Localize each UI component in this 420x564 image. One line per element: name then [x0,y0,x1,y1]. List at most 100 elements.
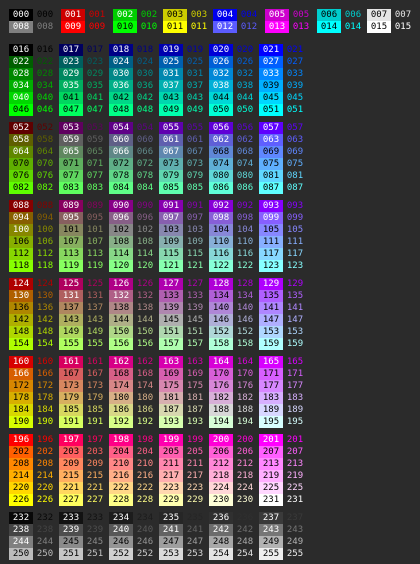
color-swatch-40: 040 [36,93,54,103]
color-swatch-98: 098 [209,212,233,224]
color-swatch-133: 133 [186,291,204,301]
color-swatch-62: 062 [209,134,233,146]
color-swatch-151: 151 [186,327,204,337]
color-swatch-246: 246 [136,537,154,547]
color-swatch-126: 126 [136,279,154,289]
color-swatch-132: 132 [109,290,133,302]
color-swatch-166: 166 [36,369,54,379]
color-swatch-73: 073 [159,158,183,170]
color-swatch-177: 177 [259,380,283,392]
color-swatch-93: 093 [286,201,304,211]
color-swatch-216: 216 [136,471,154,481]
color-swatch-46: 046 [9,104,33,116]
color-swatch-243: 243 [259,524,283,536]
color-swatch-161: 161 [59,356,83,368]
color-swatch-99: 099 [286,213,304,223]
color-swatch-11: 011 [190,22,208,32]
color-swatch-173: 173 [86,381,104,391]
color-swatch-102: 102 [136,225,154,235]
color-swatch-139: 139 [159,302,183,314]
color-swatch-147: 147 [286,315,304,325]
color-swatch-195: 195 [286,417,304,427]
color-swatch-52: 052 [9,122,33,134]
color-swatch-106: 106 [9,236,33,248]
color-swatch-63: 063 [286,135,304,145]
color-swatch-153: 153 [259,326,283,338]
color-swatch-236: 236 [236,513,254,523]
color-swatch-101: 101 [86,225,104,235]
color-swatch-41: 041 [86,93,104,103]
color-swatch-53: 053 [86,123,104,133]
color-swatch-164: 164 [236,357,254,367]
color-swatch-134: 134 [236,291,254,301]
color-swatch-184: 184 [36,405,54,415]
color-swatch-123: 123 [286,261,304,271]
color-swatch-27: 027 [259,56,283,68]
color-swatch-39: 039 [259,80,283,92]
color-swatch-155: 155 [59,338,83,350]
color-swatch-254: 254 [209,548,233,560]
color-swatch-228: 228 [109,494,133,506]
color-swatch-136: 136 [9,302,33,314]
color-swatch-2: 002 [140,10,158,20]
color-swatch-209: 209 [59,458,83,470]
color-swatch-191: 191 [86,417,104,427]
color-swatch-137: 137 [86,303,104,313]
color-swatch-92: 092 [236,201,254,211]
color-swatch-8: 008 [9,21,33,33]
color-swatch-199: 199 [159,434,183,446]
color-swatch-90: 090 [109,200,133,212]
color-swatch-18: 018 [109,44,133,56]
color-swatch-24: 024 [109,56,133,68]
color-swatch-32: 032 [209,68,233,80]
color-swatch-28: 028 [9,68,33,80]
color-swatch-153: 153 [286,327,304,337]
color-swatch-133: 133 [159,290,183,302]
color-swatch-48: 048 [136,105,154,115]
color-swatch-124: 124 [36,279,54,289]
color-swatch-93: 093 [259,200,283,212]
color-swatch-27: 027 [286,57,304,67]
color-swatch-199: 199 [186,435,204,445]
color-swatch-76: 076 [9,170,33,182]
color-swatch-143: 143 [86,315,104,325]
color-swatch-126: 126 [109,278,133,290]
color-swatch-223: 223 [159,482,183,494]
color-swatch-1: 001 [88,10,106,20]
color-swatch-70: 070 [9,158,33,170]
color-swatch-55: 055 [186,123,204,133]
color-swatch-38: 038 [209,80,233,92]
color-swatch-48: 048 [109,104,133,116]
color-swatch-135: 135 [286,291,304,301]
color-swatch-222: 222 [109,482,133,494]
color-swatch-206: 206 [209,446,233,458]
color-swatch-106: 106 [36,237,54,247]
color-swatch-247: 247 [186,537,204,547]
color-swatch-74: 074 [236,159,254,169]
color-swatch-173: 173 [59,380,83,392]
color-swatch-254: 254 [236,549,254,559]
color-swatch-224: 224 [236,483,254,493]
color-swatch-204: 204 [136,447,154,457]
color-swatch-70: 070 [36,159,54,169]
color-swatch-196: 196 [36,435,54,445]
color-swatch-250: 250 [36,549,54,559]
color-swatch-202: 202 [9,446,33,458]
color-palette-grid: 000 000 008 008 001 001 009 009 002 002 010 010 003 0… [0,0,420,564]
color-swatch-197: 197 [86,435,104,445]
color-swatch-122: 122 [236,261,254,271]
color-swatch-151: 151 [159,326,183,338]
color-swatch-100: 100 [9,224,33,236]
color-swatch-132: 132 [136,291,154,301]
color-swatch-29: 029 [59,68,83,80]
color-swatch-218: 218 [209,470,233,482]
color-swatch-101: 101 [59,224,83,236]
color-swatch-192: 192 [136,417,154,427]
color-swatch-8: 008 [36,22,54,32]
color-swatch-78: 078 [109,170,133,182]
color-swatch-121: 121 [159,260,183,272]
color-swatch-220: 220 [36,483,54,493]
color-swatch-121: 121 [186,261,204,271]
color-swatch-214: 214 [36,471,54,481]
color-swatch-237: 237 [259,512,283,524]
